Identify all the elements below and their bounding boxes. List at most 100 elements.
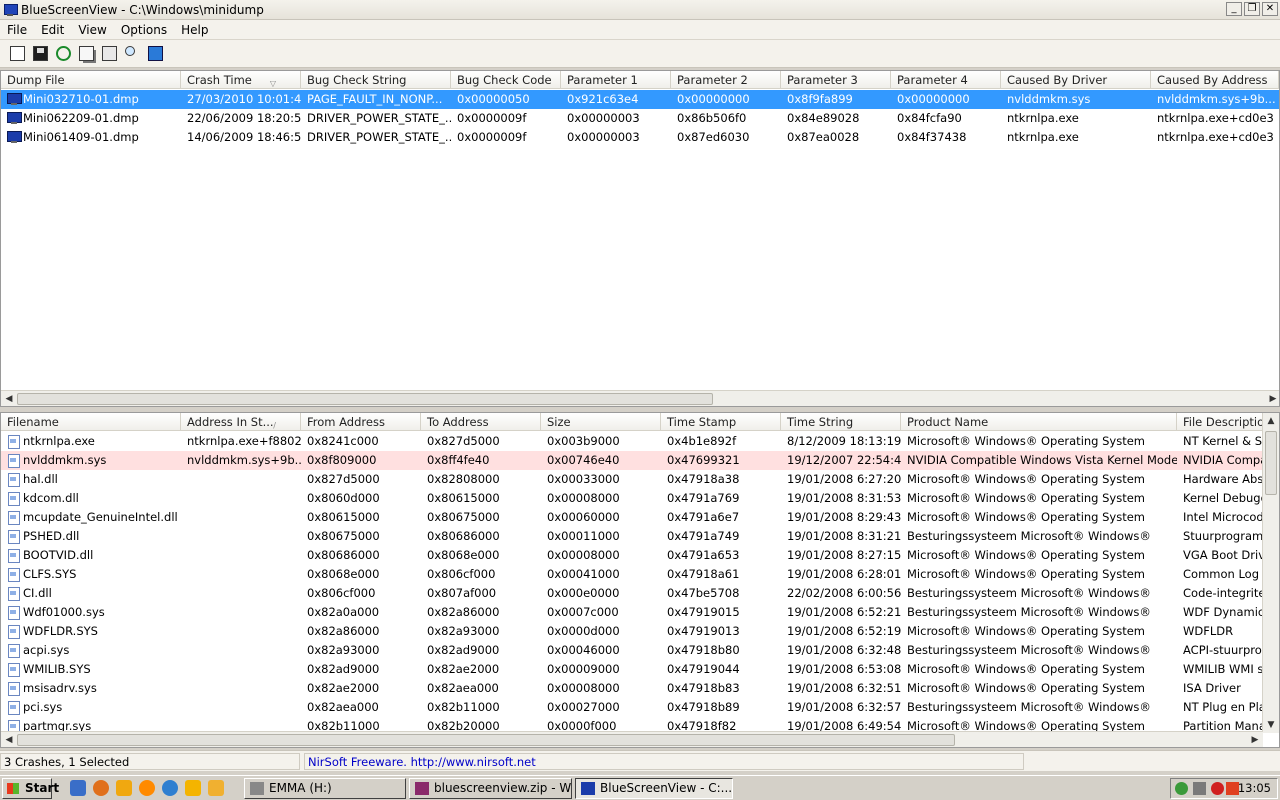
column-header[interactable]: To Address: [421, 413, 541, 431]
scroll-right-icon[interactable]: ▶: [1265, 391, 1279, 406]
cell: 0x8ff4fe40: [427, 453, 490, 467]
column-header[interactable]: From Address: [301, 413, 421, 431]
column-header[interactable]: Caused By Driver: [1001, 71, 1151, 89]
module-row[interactable]: nvlddmkm.sys nvlddmkm.sys+9b... 0x8f809000…: [1, 451, 1263, 470]
column-header[interactable]: Parameter 3: [781, 71, 891, 89]
module-list-vscrollbar[interactable]: ▲ ▼: [1262, 413, 1279, 733]
menu-help[interactable]: Help: [174, 23, 215, 37]
html-report-icon[interactable]: [8, 44, 27, 63]
volume-icon[interactable]: [1211, 782, 1224, 795]
column-header[interactable]: Parameter 2: [671, 71, 781, 89]
menu-edit[interactable]: Edit: [34, 23, 71, 37]
dump-row[interactable]: Mini032710-01.dmp 27/03/2010 10:01:42 PAGE…: [1, 90, 1279, 109]
dump-row[interactable]: Mini061409-01.dmp 14/06/2009 18:46:53 DRIV…: [1, 128, 1279, 147]
column-header[interactable]: Address In St... /: [181, 413, 301, 431]
module-row[interactable]: BOOTVID.dll 0x80686000 0x8068e000 0x0000800…: [1, 546, 1263, 565]
task-winrar[interactable]: bluescreenview.zip - W...: [409, 778, 572, 799]
security-icon[interactable]: [1175, 782, 1188, 795]
firefox-icon[interactable]: [93, 780, 109, 796]
module-row[interactable]: PSHED.dll 0x80675000 0x80686000 0x00011000 0…: [1, 527, 1263, 546]
module-row[interactable]: acpi.sys 0x82a93000 0x82ad9000 0x00046000 0x…: [1, 641, 1263, 660]
scroll-left-icon[interactable]: ◀: [1, 732, 17, 747]
crash-count: 3 Crashes, 1 Selected: [0, 753, 300, 770]
scroll-down-icon[interactable]: ▼: [1263, 717, 1279, 733]
cell: 22/02/2008 6:00:56: [787, 586, 901, 600]
column-header[interactable]: Product Name: [901, 413, 1177, 431]
column-header[interactable]: Size: [541, 413, 661, 431]
module-row[interactable]: msisadrv.sys 0x82ae2000 0x82aea000 0x000080…: [1, 679, 1263, 698]
module-row[interactable]: WMILIB.SYS 0x82ad9000 0x82ae2000 0x00009000…: [1, 660, 1263, 679]
column-header[interactable]: Parameter 4: [891, 71, 1001, 89]
cell: Microsoft® Windows® Operating System: [907, 472, 1146, 486]
task-emma-drive[interactable]: EMMA (H:): [244, 778, 406, 799]
messenger-icon[interactable]: [162, 780, 178, 796]
cell: 0x00008000: [547, 491, 620, 505]
cell: VGA Boot Drive: [1183, 548, 1263, 562]
column-header[interactable]: Time String: [781, 413, 901, 431]
column-header[interactable]: Time Stamp: [661, 413, 781, 431]
column-header[interactable]: Bug Check String: [301, 71, 451, 89]
module-row[interactable]: CLFS.SYS 0x8068e000 0x806cf000 0x00041000 0x…: [1, 565, 1263, 584]
scroll-right-icon[interactable]: ▶: [1247, 732, 1263, 747]
dump-list-hscrollbar[interactable]: ◀ ▶: [1, 390, 1279, 406]
properties-icon[interactable]: [100, 44, 119, 63]
menu-file[interactable]: File: [0, 23, 34, 37]
cell: 0x87ed6030: [677, 130, 750, 144]
scroll-thumb[interactable]: [17, 734, 955, 746]
column-header[interactable]: Parameter 1: [561, 71, 671, 89]
nirsoft-link[interactable]: NirSoft Freeware. http://www.nirsoft.net: [304, 753, 1024, 770]
module-row[interactable]: kdcom.dll 0x8060d000 0x80615000 0x00008000 0…: [1, 489, 1263, 508]
maximize-button[interactable]: ❐: [1244, 2, 1260, 16]
mail-icon[interactable]: [185, 780, 201, 796]
dump-row[interactable]: Mini062209-01.dmp 22/06/2009 18:20:53 DRIV…: [1, 109, 1279, 128]
network-icon[interactable]: [1193, 782, 1206, 795]
close-button[interactable]: ✕: [1262, 2, 1278, 16]
save-icon[interactable]: [31, 44, 50, 63]
cell: 0x47919013: [667, 624, 740, 638]
cell: ntkrnlpa.exe: [23, 434, 95, 448]
cell: Code-integriteit: [1183, 586, 1263, 600]
menu-view[interactable]: View: [71, 23, 113, 37]
scroll-thumb[interactable]: [17, 393, 713, 405]
cell: 0x80686000: [427, 529, 500, 543]
start-button[interactable]: Start: [2, 778, 59, 799]
browser-icon[interactable]: [139, 780, 155, 796]
cell: ntkrnlpa.exe: [1007, 130, 1079, 144]
minimize-button[interactable]: _: [1226, 2, 1242, 16]
exit-icon[interactable]: [146, 44, 165, 63]
module-list-hscrollbar[interactable]: ◀ ▶: [1, 731, 1263, 747]
settings-icon[interactable]: [208, 780, 224, 796]
refresh-icon[interactable]: [54, 44, 73, 63]
media-player-icon[interactable]: [116, 780, 132, 796]
copy-icon[interactable]: [77, 44, 96, 63]
find-icon[interactable]: [123, 44, 142, 63]
cell: 0x00060000: [547, 510, 620, 524]
cell: 0x00027000: [547, 700, 620, 714]
module-row[interactable]: WDFLDR.SYS 0x82a86000 0x82a93000 0x0000d000…: [1, 622, 1263, 641]
menu-options[interactable]: Options: [114, 23, 174, 37]
module-row[interactable]: CI.dll 0x806cf000 0x807af000 0x000e0000 0x47…: [1, 584, 1263, 603]
column-header[interactable]: Filename: [1, 413, 181, 431]
module-row[interactable]: ntkrnlpa.exe ntkrnlpa.exe+f8802 0x8241c000…: [1, 432, 1263, 451]
column-header[interactable]: Caused By Address: [1151, 71, 1279, 89]
scroll-up-icon[interactable]: ▲: [1263, 413, 1279, 429]
module-row[interactable]: Wdf01000.sys 0x82a0a000 0x82a86000 0x0007c0…: [1, 603, 1263, 622]
module-row[interactable]: mcupdate_GenuineIntel.dll 0x80615000 0x806…: [1, 508, 1263, 527]
column-header[interactable]: Bug Check Code: [451, 71, 561, 89]
column-header[interactable]: File Description: [1177, 413, 1263, 431]
cell: 19/01/2008 6:52:21: [787, 605, 901, 619]
cell: 0x47918b80: [667, 643, 740, 657]
show-desktop-icon[interactable]: [70, 780, 86, 796]
dump-list[interactable]: Dump File Crash Time ▽ Bug Check String Bug …: [0, 70, 1280, 407]
cell: 0x82aea000: [307, 700, 379, 714]
scroll-left-icon[interactable]: ◀: [1, 391, 17, 406]
column-header[interactable]: Dump File: [1, 71, 181, 89]
scroll-thumb[interactable]: [1265, 431, 1277, 495]
task-bluescreenview[interactable]: BlueScreenView - C:...: [575, 778, 733, 799]
column-header[interactable]: Crash Time ▽: [181, 71, 301, 89]
module-list[interactable]: Filename Address In St... / From Address To …: [0, 412, 1280, 748]
module-row[interactable]: hal.dll 0x827d5000 0x82808000 0x00033000 0x4…: [1, 470, 1263, 489]
cell: ACPI-stuurprog: [1183, 643, 1263, 657]
module-row[interactable]: pci.sys 0x82aea000 0x82b11000 0x00027000 0x4…: [1, 698, 1263, 717]
cell: [181, 660, 301, 679]
